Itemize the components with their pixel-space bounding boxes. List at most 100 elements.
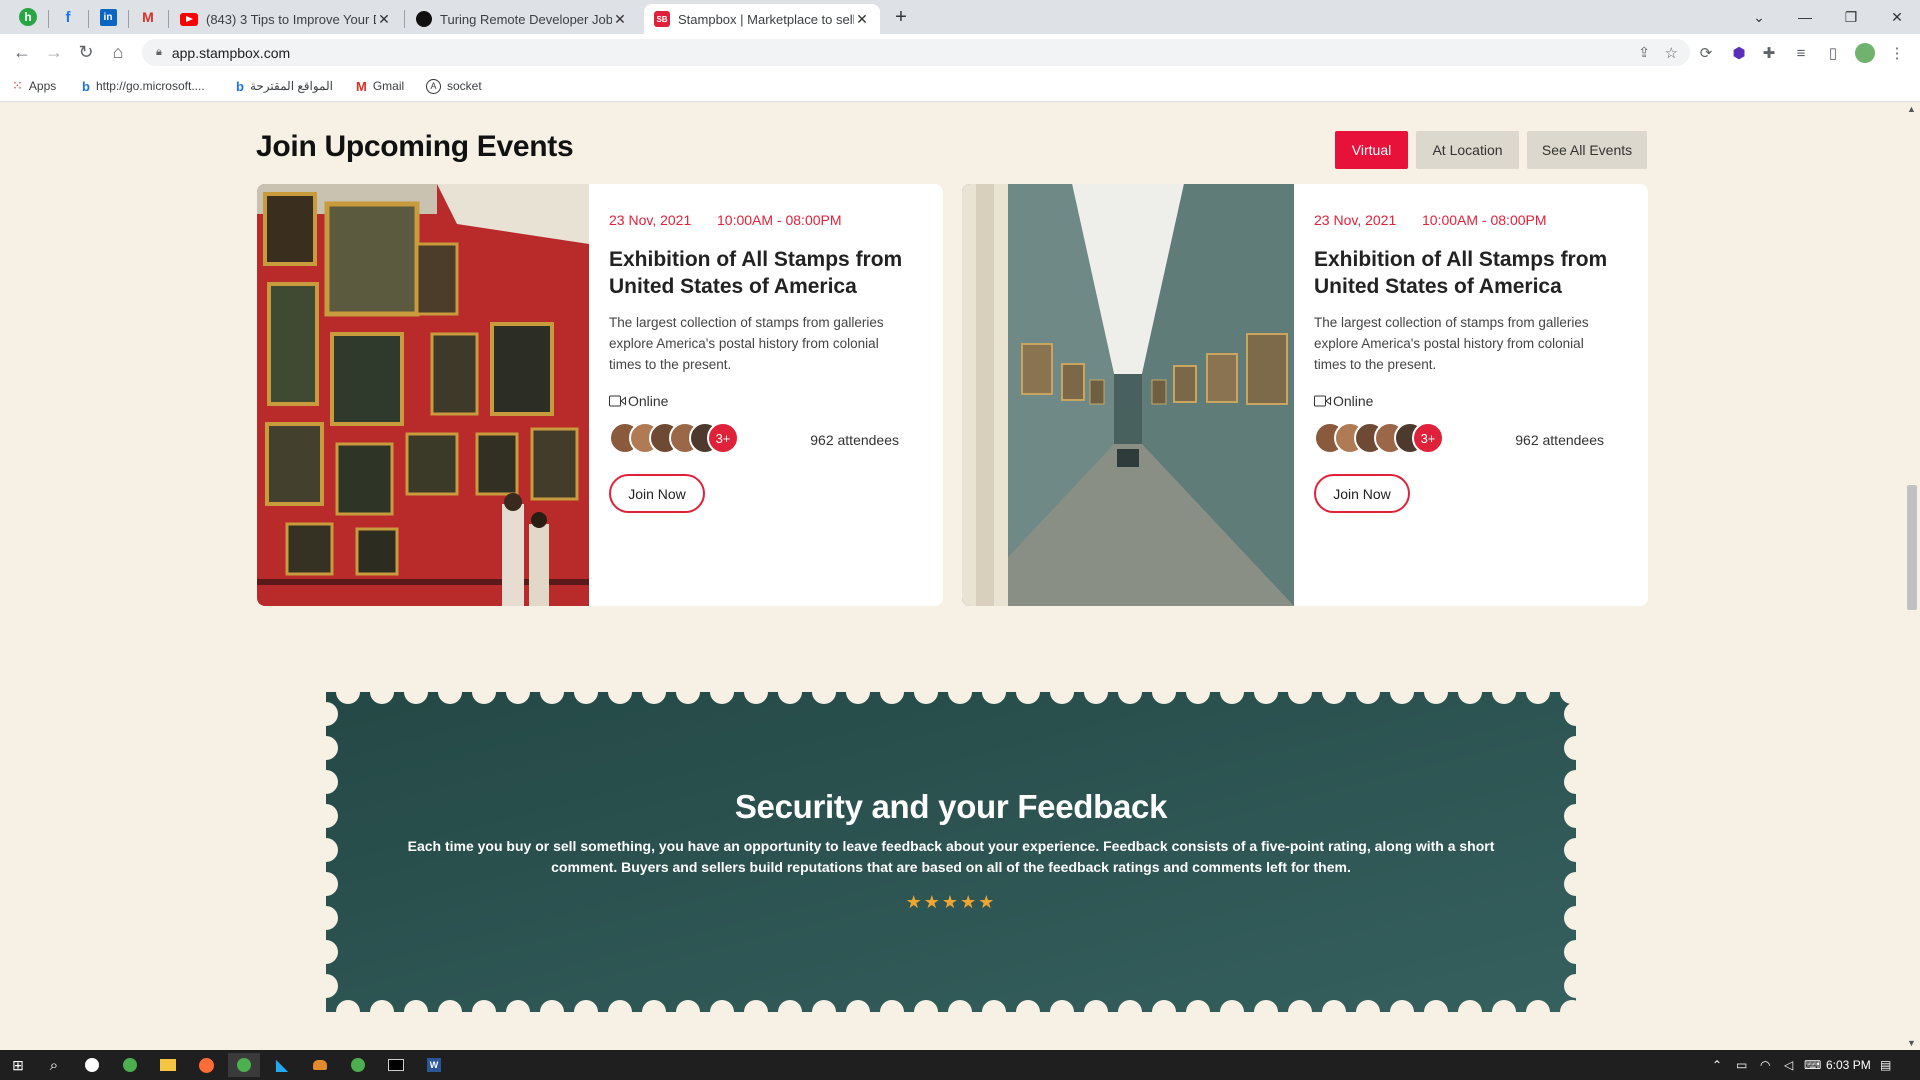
taskbar-app[interactable] bbox=[380, 1053, 412, 1077]
event-card: 23 Nov, 2021 10:00AM - 08:00PM Exhibitio… bbox=[257, 184, 943, 606]
taskbar-app[interactable] bbox=[76, 1053, 108, 1077]
language-icon[interactable]: ⌨ bbox=[1804, 1050, 1821, 1080]
tray-chevron-icon[interactable]: ⌃ bbox=[1712, 1050, 1722, 1080]
close-window-button[interactable]: ✕ bbox=[1874, 4, 1920, 30]
pinned-tab-hubstaff[interactable]: h bbox=[10, 4, 46, 30]
see-all-events-button[interactable]: See All Events bbox=[1527, 131, 1647, 169]
stampbox-icon: SB bbox=[654, 11, 670, 27]
event-title: Exhibition of All Stamps from United Sta… bbox=[609, 248, 903, 298]
join-now-button[interactable]: Join Now bbox=[609, 474, 705, 513]
scroll-down-icon[interactable]: ▼ bbox=[1907, 1038, 1916, 1048]
filter-at-location-button[interactable]: At Location bbox=[1416, 131, 1519, 169]
event-time: 10:00AM - 08:00PM bbox=[717, 212, 842, 228]
close-tab-icon[interactable]: ✕ bbox=[376, 11, 392, 28]
attendee-avatars: 3+ bbox=[1314, 422, 1444, 456]
menu-kebab-icon[interactable]: ⋮ bbox=[1886, 42, 1908, 64]
event-date: 23 Nov, 2021 bbox=[1314, 212, 1397, 228]
tray-device-icon[interactable]: ▭ bbox=[1736, 1050, 1747, 1080]
bookmark-label: Apps bbox=[28, 79, 57, 93]
tab-search-button[interactable]: ⌄ bbox=[1736, 4, 1782, 30]
event-description: The largest collection of stamps from ga… bbox=[1314, 315, 1589, 372]
tab-youtube[interactable]: (843) 3 Tips to Improve Your Dev ✕ bbox=[170, 4, 402, 34]
tab-stampbox[interactable]: SB Stampbox | Marketplace to sell, b ✕ bbox=[644, 4, 880, 34]
event-mode: Online bbox=[1314, 393, 1373, 409]
taskbar-app[interactable]: ◣ bbox=[266, 1053, 298, 1077]
event-card: 23 Nov, 2021 10:00AM - 08:00PM Exhibitio… bbox=[962, 184, 1648, 606]
bookmark-suggested-sites[interactable]: b المواقع المقترحة bbox=[236, 76, 333, 96]
profile-avatar[interactable] bbox=[1854, 42, 1876, 64]
taskbar-app[interactable]: W bbox=[418, 1053, 450, 1077]
terminal-icon bbox=[388, 1059, 404, 1071]
notifications-icon[interactable]: ▤ bbox=[1880, 1050, 1891, 1080]
chrome-icon bbox=[123, 1058, 137, 1072]
event-mode: Online bbox=[609, 393, 668, 409]
join-now-button[interactable]: Join Now bbox=[1314, 474, 1410, 513]
pinned-tab-linkedin[interactable]: in bbox=[90, 4, 126, 30]
restore-button[interactable]: ❐ bbox=[1828, 4, 1874, 30]
bookmark-label: socket bbox=[447, 79, 482, 93]
taskbar-app[interactable] bbox=[114, 1053, 146, 1077]
minimize-button[interactable]: — bbox=[1782, 4, 1828, 30]
close-tab-icon[interactable]: ✕ bbox=[854, 11, 870, 28]
bing-icon: b bbox=[236, 78, 244, 94]
tab-title: Stampbox | Marketplace to sell, b bbox=[678, 11, 854, 27]
feedback-title: Security and your Feedback bbox=[734, 788, 1168, 825]
search-button[interactable]: ⌕ bbox=[38, 1053, 70, 1077]
event-card-body: 23 Nov, 2021 10:00AM - 08:00PM Exhibitio… bbox=[609, 184, 923, 606]
clock[interactable]: 6:03 PM bbox=[1826, 1050, 1871, 1080]
close-tab-icon[interactable]: ✕ bbox=[612, 11, 628, 28]
reload-button[interactable]: ↻ bbox=[72, 40, 100, 64]
bookmark-apps[interactable]: ⁙ Apps bbox=[12, 76, 56, 96]
filter-virtual-button[interactable]: Virtual bbox=[1335, 131, 1408, 169]
scroll-up-icon[interactable]: ▲ bbox=[1907, 104, 1916, 114]
start-button[interactable]: ⊞ bbox=[2, 1053, 34, 1077]
new-tab-button[interactable]: + bbox=[886, 4, 916, 30]
event-mode-label: Online bbox=[1333, 393, 1374, 409]
taskbar-app[interactable] bbox=[342, 1053, 374, 1077]
browser-chrome: h f in M (843) 3 Tips to Improve Your De… bbox=[0, 0, 1920, 102]
video-camera-icon bbox=[609, 395, 626, 407]
taskbar-app[interactable] bbox=[190, 1053, 222, 1077]
tab-strip: h f in M (843) 3 Tips to Improve Your De… bbox=[0, 0, 1920, 34]
event-date: 23 Nov, 2021 bbox=[609, 212, 692, 228]
share-icon[interactable]: ⇪ bbox=[1638, 44, 1650, 61]
postman-icon bbox=[198, 1057, 214, 1073]
windows-logo-icon: ⊞ bbox=[12, 1056, 24, 1073]
scrollbar-thumb[interactable] bbox=[1907, 485, 1917, 610]
back-button[interactable]: ← bbox=[8, 40, 36, 64]
bookmark-microsoft[interactable]: b http://go.microsoft.... bbox=[82, 76, 205, 96]
taskbar-app-active[interactable] bbox=[228, 1053, 260, 1077]
taskbar-app[interactable] bbox=[304, 1053, 336, 1077]
bookmark-socket[interactable]: A socket bbox=[426, 76, 482, 96]
page-content: Join Upcoming Events Virtual At Location… bbox=[0, 102, 1920, 1050]
pinned-tab-facebook[interactable]: f bbox=[50, 4, 86, 30]
bookmarks-bar: ⁙ Apps b http://go.microsoft.... b الموا… bbox=[0, 70, 1920, 102]
taskbar-app[interactable] bbox=[152, 1053, 184, 1077]
address-bar[interactable]: 🔒︎ app.stampbox.com ⇪ ☆ bbox=[142, 39, 1690, 66]
tab-turing[interactable]: Turing Remote Developer Jobs | ✕ bbox=[406, 4, 638, 34]
bookmark-star-icon[interactable]: ☆ bbox=[1665, 44, 1678, 62]
event-title: Exhibition of All Stamps from United Sta… bbox=[1314, 248, 1608, 298]
volume-icon[interactable]: ◁ bbox=[1784, 1050, 1793, 1080]
chevron-down-icon: ⌄ bbox=[1753, 8, 1765, 25]
bing-icon: b bbox=[82, 78, 90, 94]
wifi-icon[interactable]: ◠ bbox=[1760, 1050, 1770, 1080]
extensions-puzzle-icon[interactable]: ✚ bbox=[1758, 42, 1780, 64]
timer-app-icon bbox=[85, 1058, 99, 1072]
extension-sync-icon[interactable]: ⟳ bbox=[1695, 42, 1717, 64]
facebook-icon: f bbox=[65, 8, 71, 26]
feedback-stamp: Security and your Feedback Each time you… bbox=[326, 692, 1576, 1012]
side-panel-icon[interactable]: ▯ bbox=[1822, 42, 1844, 64]
tab-title: (843) 3 Tips to Improve Your Dev bbox=[206, 11, 376, 27]
event-mode-label: Online bbox=[628, 393, 669, 409]
pinned-tab-gmail[interactable]: M bbox=[130, 4, 166, 30]
forward-button[interactable]: → bbox=[40, 40, 68, 64]
reading-list-icon[interactable]: ≡ bbox=[1790, 42, 1812, 64]
extension-badge-icon[interactable]: ⬢ bbox=[1728, 42, 1750, 64]
attendee-count: 962 attendees bbox=[1515, 432, 1604, 448]
bookmark-gmail[interactable]: M Gmail bbox=[356, 76, 404, 96]
rating-stars-icon: ★★★★★ bbox=[905, 892, 997, 912]
reload-icon: ↻ bbox=[78, 41, 94, 62]
browser-toolbar: ← → ↻ ⌂ 🔒︎ app.stampbox.com ⇪ ☆ ⟳ ⬢ ✚ ≡ … bbox=[0, 34, 1920, 70]
home-button[interactable]: ⌂ bbox=[104, 40, 132, 64]
